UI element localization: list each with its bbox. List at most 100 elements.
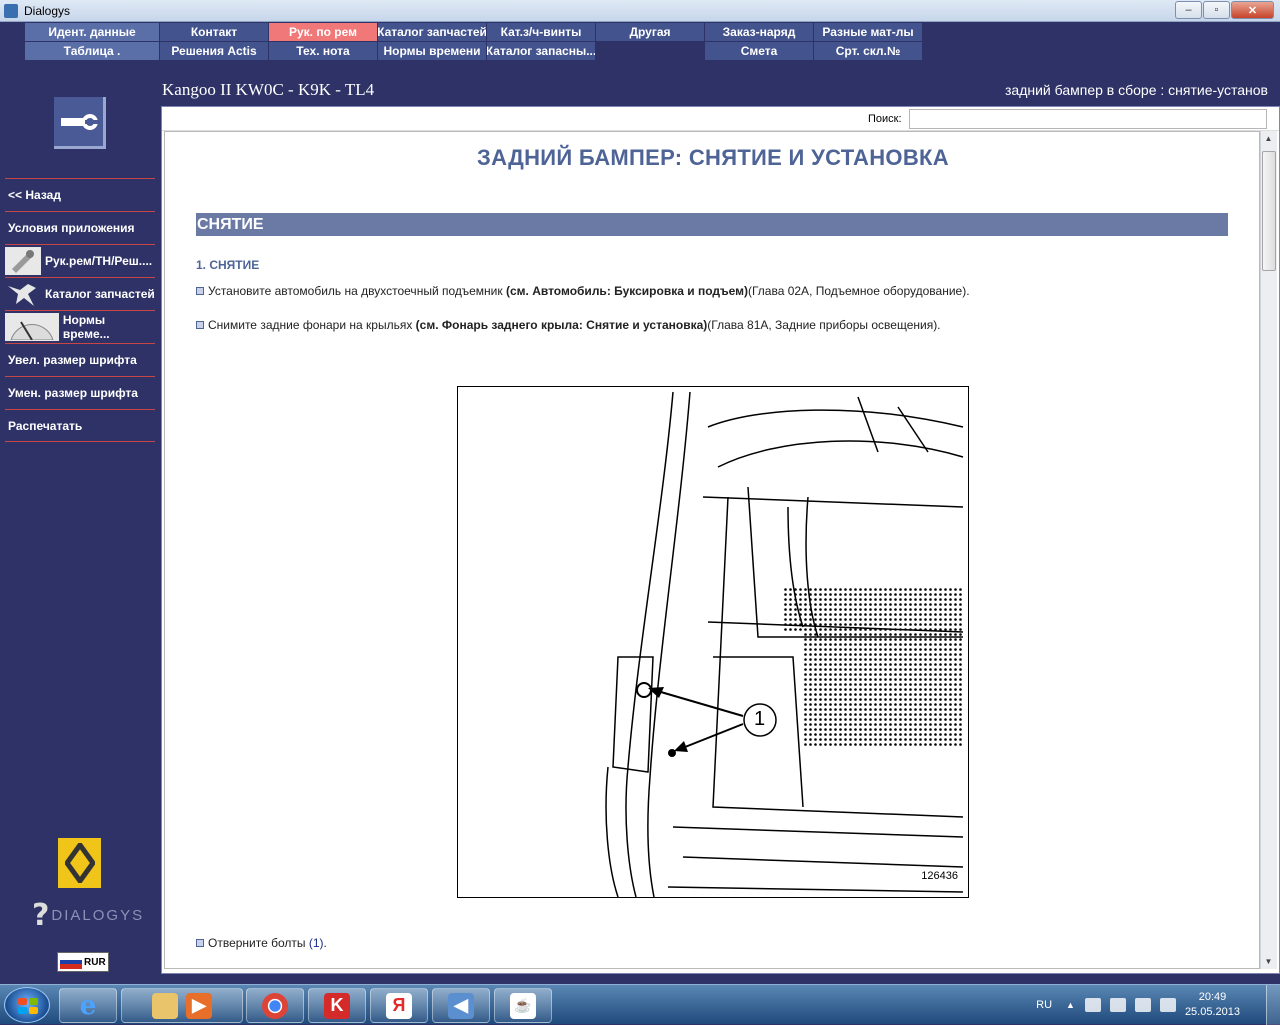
step-reference-link[interactable]: (см. Автомобиль: Буксировка и подъем) — [506, 284, 748, 298]
sidebar-item-label: Рук.рем/TH/Реш.... — [45, 254, 153, 268]
bullet-icon — [196, 287, 204, 295]
menu-ident-data[interactable]: Идент. данные — [25, 23, 159, 41]
sidebar-item-print[interactable]: Распечатать — [5, 409, 155, 442]
vertical-scrollbar[interactable]: ▲ ▼ — [1260, 131, 1277, 969]
step-reference-link[interactable]: (1) — [309, 936, 324, 950]
sidebar-item-labour-times[interactable]: Нормы време... — [5, 310, 155, 343]
step-text: Установите автомобиль на двухстоечный по… — [208, 284, 503, 298]
menu-table[interactable]: Таблица . — [25, 42, 159, 60]
sidebar: << Назад Условия приложения Рук.рем/TH/Р… — [0, 60, 160, 980]
window-titlebar: Dialogys – ▫ ✕ — [0, 0, 1280, 22]
document-title: ЗАДНИЙ БАМПЕР: СНЯТИЕ И УСТАНОВКА — [477, 145, 949, 170]
instruction-step: Снимите задние фонари на крыльях (см. Фо… — [196, 318, 941, 332]
menu-repair-manual[interactable]: Рук. по рем — [269, 23, 377, 41]
menu-tech-note[interactable]: Тех. нота — [269, 42, 377, 60]
sidebar-item-label: Распечатать — [8, 418, 83, 433]
chrome-taskbar-button[interactable] — [246, 988, 304, 1023]
show-desktop-button[interactable] — [1266, 985, 1280, 1025]
bullet-icon — [196, 939, 204, 947]
explorer-media-taskbar-button[interactable]: ▶ — [121, 988, 243, 1023]
top-menu-row-2: Таблица . Решения Actis Тех. нота Нормы … — [25, 42, 923, 60]
yandex-icon: Я — [386, 992, 412, 1019]
sidebar-item-font-larger[interactable]: Увел. размер шрифта — [5, 343, 155, 376]
menu-actis-solutions[interactable]: Решения Actis — [160, 42, 268, 60]
network-icon[interactable] — [1084, 998, 1101, 1012]
menu-contact[interactable]: Контакт — [160, 23, 268, 41]
media-player-icon: ▶ — [186, 992, 212, 1019]
sidebar-nav: << Назад Условия приложения Рук.рем/TH/Р… — [5, 178, 155, 442]
sidebar-item-label: Увел. размер шрифта — [8, 353, 137, 367]
menu-work-order[interactable]: Заказ-наряд — [705, 23, 813, 41]
show-hidden-icons-icon[interactable]: ▲ — [1066, 1000, 1075, 1010]
start-button[interactable] — [4, 987, 50, 1023]
action-center-flag-icon[interactable] — [1109, 998, 1126, 1012]
kaspersky-icon: K — [324, 992, 350, 1019]
java-icon: ☕ — [510, 992, 536, 1019]
clock-date: 25.05.2013 — [1184, 1006, 1240, 1018]
system-tray: RU ▲ 20:49 25.05.2013 — [1036, 985, 1280, 1025]
menu-estimate[interactable]: Смета — [705, 42, 813, 60]
menu-other[interactable]: Другая — [596, 23, 704, 41]
menu-misc-materials[interactable]: Разные мат-лы — [814, 23, 922, 41]
sidebar-item-font-smaller[interactable]: Умен. размер шрифта — [5, 376, 155, 409]
internet-explorer-icon: e — [79, 990, 97, 1021]
yandex-taskbar-button[interactable]: Я — [370, 988, 428, 1023]
callout-label: 1 — [754, 708, 766, 730]
procedure-breadcrumb: задний бампер в сборе : снятие-установ — [1005, 82, 1268, 98]
folder-icon — [152, 992, 178, 1019]
windows-logo-icon — [18, 998, 38, 1014]
renault-logo — [58, 838, 101, 888]
technical-illustration: 1 126436 — [457, 386, 969, 898]
volume-icon[interactable] — [1159, 998, 1176, 1012]
step-heading: 1. СНЯТИЕ — [196, 258, 260, 272]
question-mark-icon: ? — [32, 898, 50, 933]
close-button[interactable]: ✕ — [1231, 1, 1274, 19]
menu-spare-parts-catalog[interactable]: Каталог запасны... — [487, 42, 595, 60]
step-text: Отверните болты — [208, 936, 306, 950]
search-input[interactable] — [909, 109, 1267, 129]
manual-thumbnail-icon — [5, 247, 41, 275]
connection-icon[interactable] — [1134, 998, 1151, 1012]
step-reference-link[interactable]: (см. Фонарь заднего крыла: Снятие и уста… — [416, 318, 708, 332]
sidebar-item-label: Условия приложения — [8, 221, 135, 235]
step-tail: (Глава 81A, Задние приборы освещения). — [707, 318, 941, 332]
scroll-up-icon[interactable]: ▲ — [1261, 131, 1276, 146]
step-tail: (Глава 02A, Подъемное оборудование). — [747, 284, 970, 298]
window-title: Dialogys — [24, 3, 71, 18]
sidebar-item-conditions[interactable]: Условия приложения — [5, 211, 155, 244]
currency-label: RUR — [84, 956, 106, 968]
kaspersky-taskbar-button[interactable]: K — [308, 988, 366, 1023]
clock[interactable]: 20:49 25.05.2013 — [1185, 990, 1240, 1020]
content-pane: Поиск: ЗАДНИЙ БАМПЕР: СНЯТИЕ И УСТАНОВКА… — [161, 106, 1280, 974]
chrome-icon — [262, 992, 288, 1019]
maximize-button[interactable]: ▫ — [1203, 1, 1230, 19]
sound-taskbar-button[interactable]: ◀ — [432, 988, 490, 1023]
menu-labour-times[interactable]: Нормы времени — [378, 42, 486, 60]
russia-flag-icon — [60, 955, 82, 970]
currency-badge[interactable]: RUR — [57, 952, 109, 972]
window-controls: – ▫ ✕ — [1174, 1, 1274, 19]
sidebar-item-back[interactable]: << Назад — [5, 178, 155, 211]
sidebar-item-label: Умен. размер шрифта — [8, 386, 138, 400]
java-taskbar-button[interactable]: ☕ — [494, 988, 552, 1023]
wrench-icon — [54, 97, 106, 149]
sidebar-item-repair-manual[interactable]: Рук.рем/TH/Реш.... — [5, 244, 155, 277]
instruction-step: Установите автомобиль на двухстоечный по… — [196, 284, 970, 298]
menu-empty-slot — [596, 42, 704, 60]
scroll-thumb[interactable] — [1262, 151, 1276, 271]
minimize-button[interactable]: – — [1175, 1, 1202, 19]
ie-taskbar-button[interactable]: e — [59, 988, 117, 1023]
top-menu: Идент. данные Контакт Рук. по рем Катало… — [25, 23, 923, 61]
language-indicator[interactable]: RU — [1036, 999, 1052, 1011]
menu-screws-catalog[interactable]: Кат.з/ч-винты — [487, 23, 595, 41]
step-text: Снимите задние фонари на крыльях — [208, 318, 413, 332]
scroll-down-icon[interactable]: ▼ — [1261, 954, 1276, 969]
document-view[interactable]: ЗАДНИЙ БАМПЕР: СНЯТИЕ И УСТАНОВКА СНЯТИЕ… — [164, 131, 1260, 969]
sidebar-item-parts-catalog[interactable]: Каталог запчастей — [5, 277, 155, 310]
taskbar: e ▶ K Я ◀ ☕ RU ▲ 20:49 25.05.2013 — [0, 984, 1280, 1025]
speaker-icon: ◀ — [448, 992, 474, 1019]
step-tail: . — [323, 936, 327, 950]
menu-warehouse-number[interactable]: Срт. скл.№ — [814, 42, 922, 60]
menu-parts-catalog[interactable]: Каталог запчастей — [378, 23, 486, 41]
vehicle-identifier: Kangoo II KW0C - K9K - TL4 — [162, 80, 375, 99]
